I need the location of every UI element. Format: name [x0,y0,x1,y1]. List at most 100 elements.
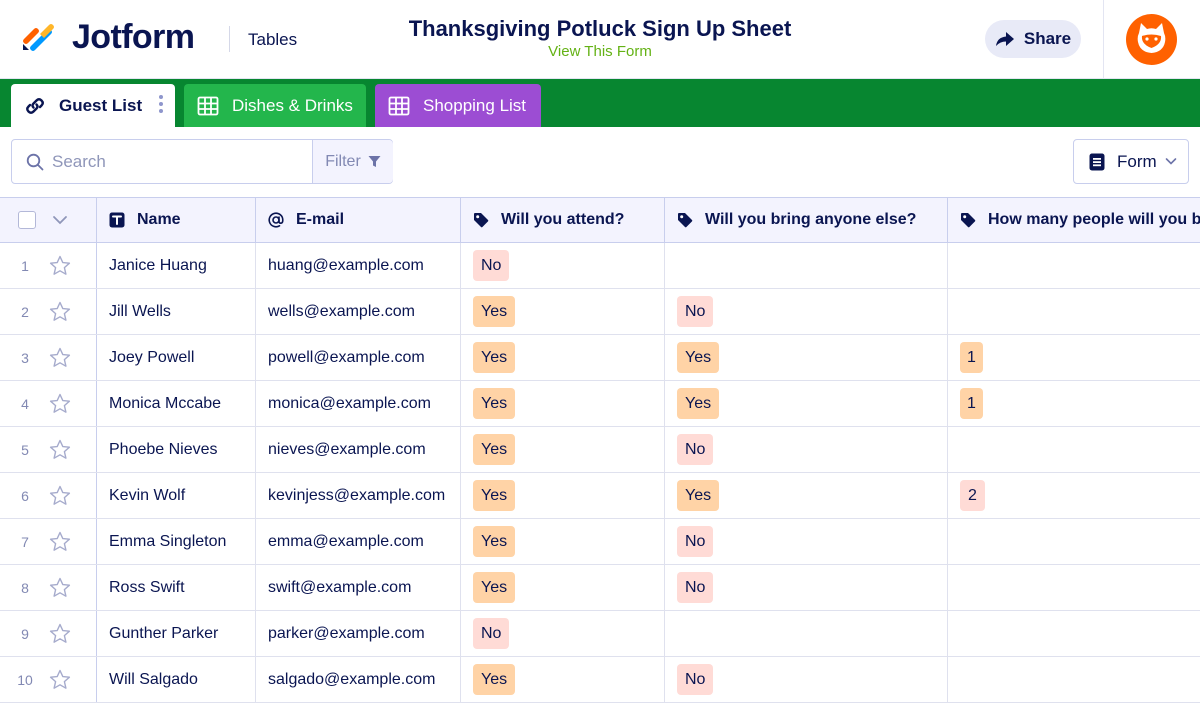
name-cell[interactable]: Janice Huang [97,243,256,288]
people-count-cell[interactable] [948,611,1200,656]
row-number: 5 [21,442,29,458]
email-cell[interactable]: powell@example.com [256,335,461,380]
tag-icon [678,213,693,228]
column-header-email[interactable]: E-mail [256,198,461,242]
people-count-cell[interactable] [948,289,1200,334]
name-value: Janice Huang [109,256,207,274]
table-row[interactable]: 2 Jill Wells wells@example.com Yes No [0,289,1200,335]
tables-link[interactable]: Tables [248,30,297,50]
attend-cell[interactable]: Yes [461,657,665,702]
tag-icon [474,213,489,228]
name-cell[interactable]: Monica Mccabe [97,381,256,426]
attend-cell[interactable]: Yes [461,427,665,472]
attend-cell[interactable]: Yes [461,519,665,564]
bring-guest-cell[interactable]: No [665,427,948,472]
email-cell[interactable]: nieves@example.com [256,427,461,472]
star-icon[interactable] [49,577,71,598]
star-icon[interactable] [49,439,71,460]
star-icon[interactable] [49,669,71,690]
people-count-cell[interactable] [948,427,1200,472]
tab-dishes-drinks[interactable]: Dishes & Drinks [184,84,366,127]
bring-guest-cell[interactable]: No [665,289,948,334]
star-icon[interactable] [49,255,71,276]
attend-cell[interactable]: Yes [461,289,665,334]
name-cell[interactable]: Jill Wells [97,289,256,334]
share-button[interactable]: Share [985,20,1081,58]
view-form-link[interactable]: View This Form [360,43,840,61]
email-cell[interactable]: monica@example.com [256,381,461,426]
chevron-down-icon[interactable] [52,214,68,226]
column-header-bring-guest[interactable]: Will you bring anyone else? [665,198,948,242]
bring-guest-cell[interactable]: Yes [665,381,948,426]
filter-button[interactable]: Filter [312,140,393,183]
people-count-cell[interactable]: 1 [948,381,1200,426]
name-cell[interactable]: Emma Singleton [97,519,256,564]
attend-cell[interactable]: Yes [461,335,665,380]
bring-guest-cell[interactable]: No [665,565,948,610]
header-divider [229,26,230,52]
name-cell[interactable]: Gunther Parker [97,611,256,656]
name-cell[interactable]: Will Salgado [97,657,256,702]
email-cell[interactable]: wells@example.com [256,289,461,334]
page-title: Thanksgiving Potluck Sign Up Sheet [408,16,792,41]
column-header-people-count[interactable]: How many people will you bri [948,198,1200,242]
name-cell[interactable]: Kevin Wolf [97,473,256,518]
table-row[interactable]: 4 Monica Mccabe monica@example.com Yes Yes 1 [0,381,1200,427]
table-row[interactable]: 5 Phoebe Nieves nieves@example.com Yes No [0,427,1200,473]
tab-more-icon[interactable] [158,95,164,117]
people-count-cell[interactable] [948,565,1200,610]
bring-guest-cell[interactable]: Yes [665,335,948,380]
attend-tag: Yes [473,664,516,695]
table-row[interactable]: 3 Joey Powell powell@example.com Yes Yes 1 [0,335,1200,381]
name-cell[interactable]: Phoebe Nieves [97,427,256,472]
jotform-logo-icon[interactable] [22,18,56,52]
star-icon[interactable] [49,623,71,644]
email-value: monica@example.com [268,394,431,412]
table-row[interactable]: 7 Emma Singleton emma@example.com Yes No [0,519,1200,565]
table-row[interactable]: 10 Will Salgado salgado@example.com Yes No [0,657,1200,703]
table-row[interactable]: 6 Kevin Wolf kevinjess@example.com Yes Yes 2 [0,473,1200,519]
table-row[interactable]: 1 Janice Huang huang@example.com No [0,243,1200,289]
form-view-button[interactable]: Form [1073,139,1189,184]
user-avatar[interactable] [1126,14,1177,65]
column-header-name[interactable]: Name [97,198,256,242]
star-icon[interactable] [49,485,71,506]
tab-guest-list-label: Guest List [59,96,143,115]
people-count-cell[interactable] [948,243,1200,288]
people-count-cell[interactable] [948,657,1200,702]
brand-name[interactable]: Jotform [72,17,195,57]
table-row[interactable]: 8 Ross Swift swift@example.com Yes No [0,565,1200,611]
star-icon[interactable] [49,531,71,552]
search-input[interactable] [52,150,307,174]
people-count-cell[interactable]: 2 [948,473,1200,518]
column-header-attend[interactable]: Will you attend? [461,198,665,242]
email-cell[interactable]: huang@example.com [256,243,461,288]
people-count-cell[interactable]: 1 [948,335,1200,380]
bring-guest-cell[interactable] [665,243,948,288]
email-cell[interactable]: parker@example.com [256,611,461,656]
email-cell[interactable]: salgado@example.com [256,657,461,702]
star-icon[interactable] [49,347,71,368]
email-cell[interactable]: swift@example.com [256,565,461,610]
people-count-cell[interactable] [948,519,1200,564]
bring-guest-cell[interactable]: Yes [665,473,948,518]
star-icon[interactable] [49,301,71,322]
attend-cell[interactable]: No [461,243,665,288]
bring-guest-cell[interactable] [665,611,948,656]
tab-shopping-list[interactable]: Shopping List [375,84,541,127]
email-cell[interactable]: kevinjess@example.com [256,473,461,518]
attend-cell[interactable]: No [461,611,665,656]
attend-cell[interactable]: Yes [461,473,665,518]
attend-tag: Yes [473,572,516,603]
tab-guest-list[interactable]: Guest List [11,84,175,127]
bring-guest-cell[interactable]: No [665,657,948,702]
attend-cell[interactable]: Yes [461,565,665,610]
bring-guest-cell[interactable]: No [665,519,948,564]
select-all-checkbox[interactable] [18,211,36,229]
name-cell[interactable]: Ross Swift [97,565,256,610]
star-icon[interactable] [49,393,71,414]
table-row[interactable]: 9 Gunther Parker parker@example.com No [0,611,1200,657]
name-cell[interactable]: Joey Powell [97,335,256,380]
email-cell[interactable]: emma@example.com [256,519,461,564]
attend-cell[interactable]: Yes [461,381,665,426]
